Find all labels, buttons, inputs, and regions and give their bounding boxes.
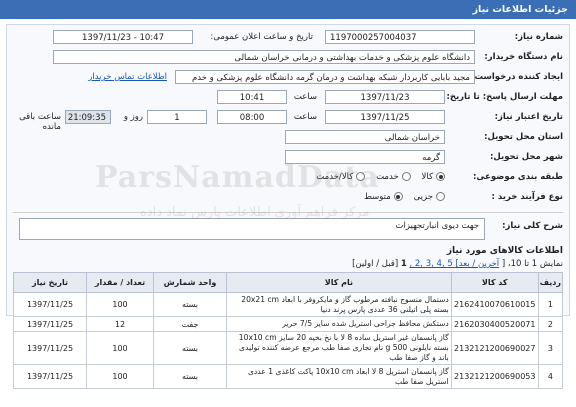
process-label: نوع فرآیند خرید :	[491, 192, 563, 202]
city-label: شهر محل تحویل:	[490, 152, 563, 162]
creator-field: مجید بابایی کاربردار شبکه بهداشت و درمان…	[175, 70, 475, 84]
row-process: نوع فرآیند خرید : جزیی متوسط	[13, 189, 563, 207]
row-need-number: شماره نیاز: 1197000257004037 تاریخ و ساع…	[13, 29, 563, 47]
cell-date: 1397/11/25	[13, 331, 87, 365]
cell-code: 2162410070610015	[450, 292, 539, 317]
table-row: 1 2162410070610015 دستمال منسوج نبافته م…	[13, 292, 564, 317]
radio-icon[interactable]	[401, 172, 411, 181]
col-code: کد کالا	[450, 272, 539, 293]
province-label: استان محل تحویل:	[484, 132, 563, 142]
cell-code: 2162030400520071	[450, 316, 539, 332]
cell-unit: جفت	[153, 316, 227, 332]
row-city: شهر محل تحویل: گرمه	[13, 149, 563, 167]
row-category: طبقه بندی موضوعی: کالا خدمت کالا/خدمت	[13, 169, 563, 187]
reply-time-label: ساعت	[293, 92, 317, 102]
description-label: شرح کلی نیاز:	[502, 221, 563, 231]
cell-qty: 100	[86, 364, 154, 389]
cell-name: گاز پانسمان غیر استریل ساده 8 لا با نخ ب…	[226, 331, 452, 365]
validity-label: تاریخ اعتبار نیاز:	[494, 112, 563, 122]
row-buyer: نام دستگاه خریدار: دانشگاه علوم پزشکی و …	[13, 49, 563, 67]
col-unit: واحد شمارش	[153, 272, 227, 293]
col-name: نام کالا	[226, 272, 452, 293]
goods-table: ردیف کد کالا نام کالا واحد شمارش تعداد /…	[13, 272, 564, 389]
buyer-field: دانشگاه علوم پزشکی و خدمات بهداشتی و درم…	[53, 50, 475, 64]
announce-field: 1397/11/23 - 10:47	[53, 30, 193, 44]
cell-name: دستمال منسوج نبافته مرطوب گاز و مایکروفر…	[226, 292, 452, 317]
process-option-minor[interactable]: جزیی	[414, 192, 445, 202]
pager-prefix: نمایش 1 تا 10، [	[501, 259, 563, 269]
cell-name: گاز پانسمان استریل 8 لا ابعاد 10x10 cm پ…	[226, 364, 452, 389]
process-option-medium[interactable]: متوسط	[364, 192, 403, 202]
cell-index: 4	[537, 364, 564, 389]
row-creator: ایجاد کننده درخواست: مجید بابایی کاربردا…	[13, 69, 563, 87]
reply-deadline-label: مهلت ارسال پاسخ: تا تاریخ:	[446, 92, 563, 102]
radio-icon[interactable]	[393, 192, 403, 201]
cell-index: 1	[537, 292, 564, 317]
need-number-field: 1197000257004037	[325, 30, 475, 44]
cell-qty: 12	[86, 316, 154, 332]
table-row: 2 2162030400520071 دستکش محافظ جراحی است…	[13, 316, 564, 332]
days-label: روز و	[123, 112, 143, 122]
cell-code: 2132121200690027	[450, 331, 539, 365]
category-radios: کالا خدمت کالا/خدمت	[316, 172, 445, 182]
cell-date: 1397/11/25	[13, 364, 87, 389]
category-option-goods-service[interactable]: کالا/خدمت	[316, 172, 366, 182]
announce-label: تاریخ و ساعت اعلان عمومی:	[210, 32, 313, 42]
buyer-label: نام دستگاه خریدار:	[484, 52, 563, 62]
radio-icon[interactable]	[356, 172, 366, 181]
pager-suffix: [قبل / اولین]	[352, 259, 399, 269]
goods-section-title: اطلاعات کالاهای مورد نیاز	[446, 246, 563, 256]
col-index: ردیف	[537, 272, 564, 293]
cell-date: 1397/11/25	[13, 292, 87, 317]
cell-code: 2132121200690053	[450, 364, 539, 389]
page-title: جزئیات اطلاعات نیاز	[472, 4, 568, 15]
process-radios: جزیی متوسط	[364, 192, 445, 202]
province-field: خراسان شمالی	[285, 130, 445, 144]
days-field: 1	[147, 110, 207, 124]
pager-current: 1	[400, 259, 407, 269]
reply-date-field: 1397/11/23	[325, 90, 445, 104]
need-number-label: شماره نیاز:	[514, 32, 563, 42]
need-details-panel: شماره نیاز: 1197000257004037 تاریخ و ساع…	[6, 24, 570, 389]
table-row: 4 2132121200690053 گاز پانسمان استریل 8 …	[13, 364, 564, 389]
city-field: گرمه	[285, 150, 445, 164]
table-header-row: ردیف کد کالا نام کالا واحد شمارش تعداد /…	[13, 272, 564, 293]
description-field: جهت دیوی انبارتجهیزات	[19, 218, 485, 240]
remaining-time-field: 21:09:35	[65, 110, 111, 124]
cell-unit: بسته	[153, 331, 227, 365]
category-option-service[interactable]: خدمت	[376, 172, 411, 182]
cell-name: دستکش محافظ جراحی استریل شده سایز 7/5 حر…	[226, 316, 452, 332]
reply-time-field: 10:41	[217, 90, 287, 104]
validity-time-label: ساعت	[293, 112, 317, 122]
table-row: 3 2132121200690027 گاز پانسمان غیر استری…	[13, 331, 564, 365]
row-validity: تاریخ اعتبار نیاز: 1397/11/25 ساعت 08:00…	[13, 109, 563, 132]
creator-label: ایجاد کننده درخواست:	[471, 72, 563, 82]
divider	[13, 212, 563, 213]
buyer-contact-link[interactable]: اطلاعات تماس خریدار	[88, 72, 167, 82]
pager-links[interactable]: آخرین / بعد] 5 ,4 ,3 ,2 ,	[409, 259, 499, 269]
row-reply-deadline: مهلت ارسال پاسخ: تا تاریخ: 1397/11/23 سا…	[13, 89, 563, 107]
validity-time-field: 08:00	[217, 110, 287, 124]
category-option-goods[interactable]: کالا	[422, 172, 445, 182]
cell-index: 2	[537, 316, 564, 332]
category-label: طبقه بندی موضوعی:	[473, 172, 563, 182]
row-province: استان محل تحویل: خراسان شمالی	[13, 129, 563, 147]
radio-icon[interactable]	[436, 192, 445, 201]
col-date: تاریخ نیاز	[13, 272, 87, 293]
radio-icon[interactable]	[436, 172, 445, 181]
cell-qty: 100	[86, 331, 154, 365]
pagination: نمایش 1 تا 10، [ آخرین / بعد] 5 ,4 ,3 ,2…	[13, 259, 563, 269]
cell-index: 3	[537, 331, 564, 365]
cell-unit: بسته	[153, 292, 227, 317]
validity-date-field: 1397/11/25	[325, 110, 445, 124]
page-header: جزئیات اطلاعات نیاز	[0, 0, 576, 19]
cell-date: 1397/11/25	[13, 316, 87, 332]
cell-unit: بسته	[153, 364, 227, 389]
cell-qty: 100	[86, 292, 154, 317]
col-qty: تعداد / مقدار	[86, 272, 154, 293]
row-description: شرح کلی نیاز: جهت دیوی انبارتجهیزات	[13, 218, 563, 242]
